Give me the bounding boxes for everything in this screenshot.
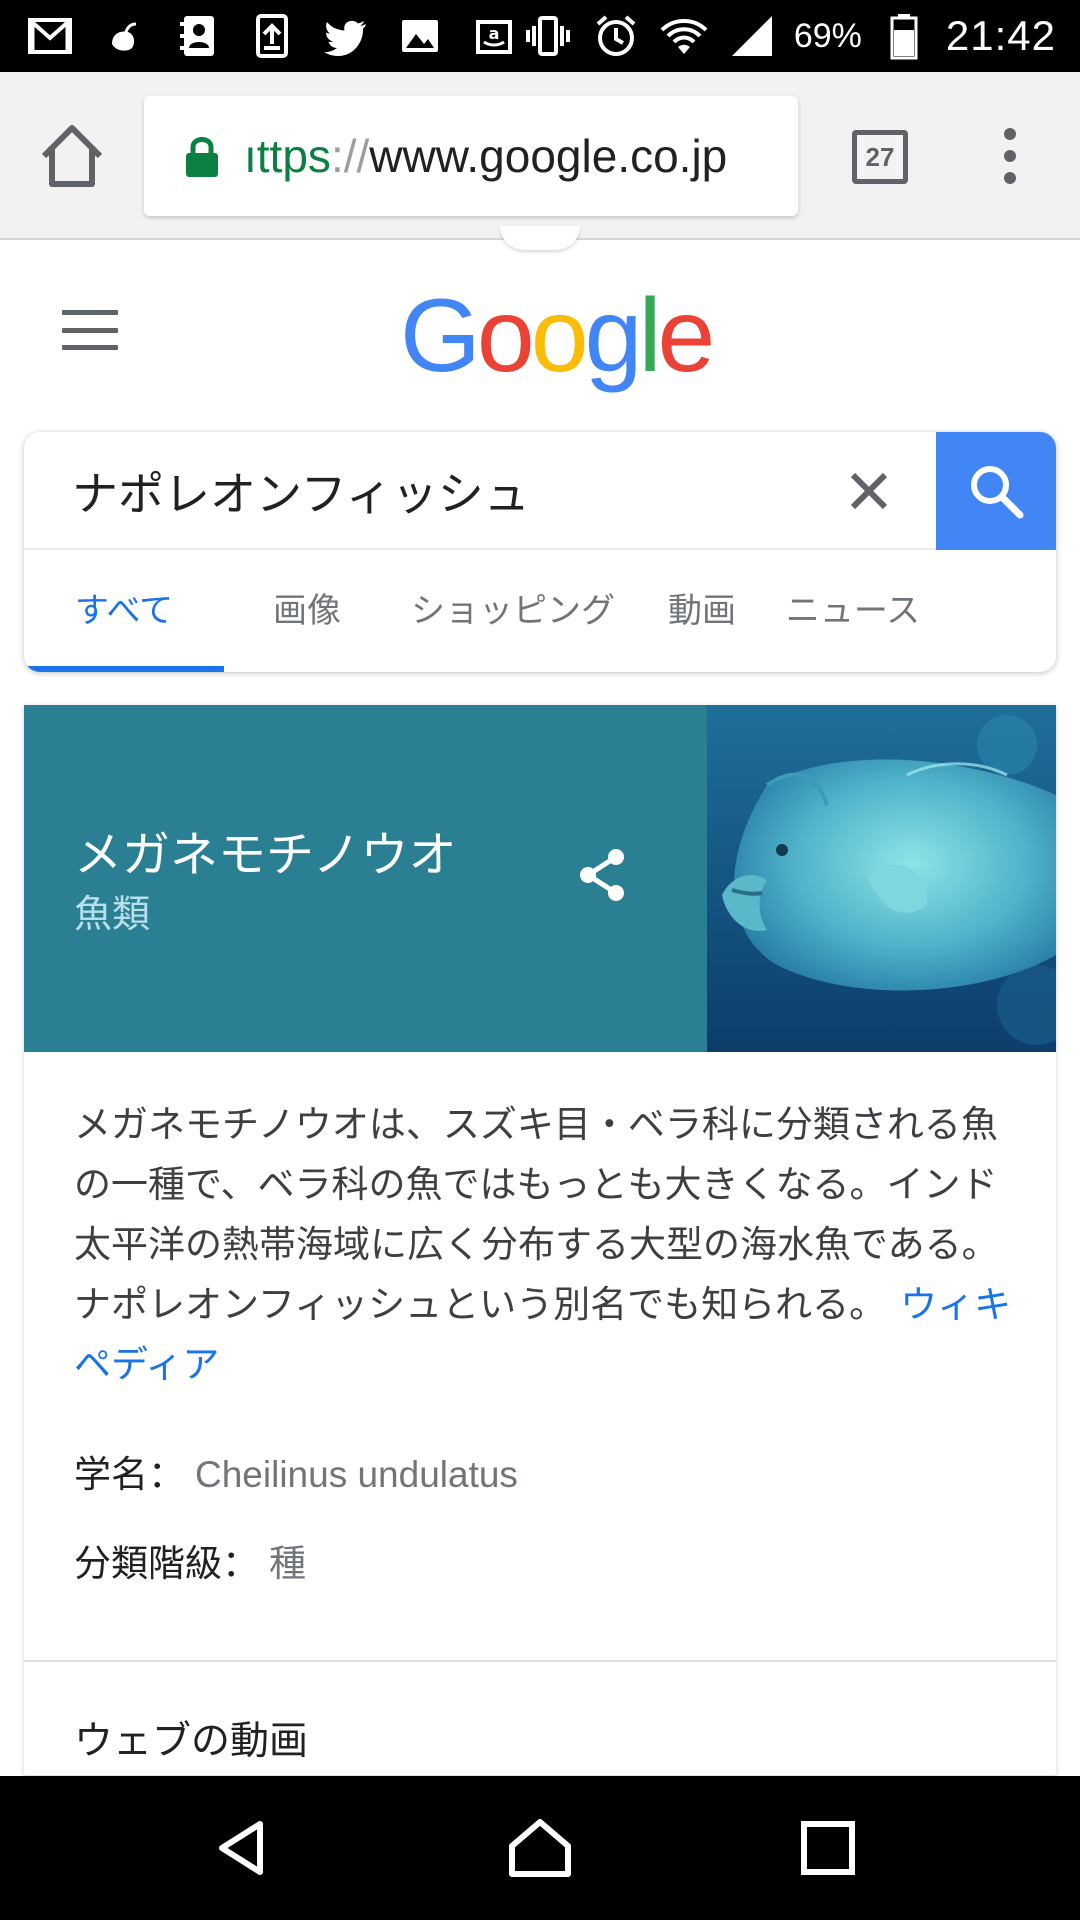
battery-percentage: 69% [793,16,862,55]
entity-title: メガネモチノウオ [74,827,457,883]
hamburger-menu-icon[interactable] [62,310,118,350]
search-tabs: すべて 画像 ショッピング 動画 ニュース [24,550,1056,672]
search-box: すべて画像ショッピング動画ニュース [24,432,1056,672]
home-button[interactable] [468,1776,612,1920]
back-button[interactable] [170,1776,314,1920]
refresh-indicator [500,226,580,250]
lock-icon [186,137,218,177]
napoleon-fish-photo [707,705,1056,1052]
tab-4[interactable]: ニュース [768,550,938,672]
wifi-icon [658,10,710,62]
tab-1[interactable]: 画像 [224,550,390,672]
logo-letter: e [657,278,716,394]
signal-icon [726,10,778,62]
fact-taxonomic-rank: 分類階級：種 [74,1542,306,1585]
address-bar[interactable]: ıttps://www.google.co.jp [144,96,798,216]
recents-icon [801,1821,855,1875]
tab-switcher-button[interactable]: 27 [852,130,908,184]
share-icon [580,849,624,901]
close-icon [850,472,888,510]
gmail-icon [24,10,76,62]
notification-icons: a [24,10,520,62]
recents-button[interactable] [756,1776,900,1920]
twitter-icon [320,10,372,62]
logo-letter: g [584,278,643,394]
status-bar: a 69% 21:42 [0,0,1080,72]
home-icon [41,125,103,187]
entity-description: メガネモチノウオは、スズキ目・ベラ科に分類される魚の一種で、ベラ科の魚ではもっと… [74,1103,1012,1386]
tab-2[interactable]: ショッピング [390,550,636,672]
logo-letter: o [476,278,535,394]
google-header: Google [0,242,1080,412]
share-button[interactable] [572,845,632,905]
back-icon [219,1821,263,1875]
system-icons: 69% 21:42 [522,8,1056,64]
tab-0[interactable]: すべて [24,550,224,672]
menu-dot [1004,172,1016,184]
fish-image[interactable] [707,705,1056,1052]
logo-letter: G [400,278,481,394]
menu-dot [1004,150,1016,162]
knowledge-panel: メガネモチノウオ 魚類 メガネモチノウオは、スズキ目・ベラ科に分類される魚の一種… [24,705,1056,1775]
upload-app-icon [246,10,298,62]
web-videos-heading: ウェブの動画 [74,1719,309,1764]
clear-search-button[interactable] [840,462,898,520]
url-text: ıttps://www.google.co.jp [244,130,728,182]
knowledge-panel-header: メガネモチノウオ 魚類 [24,705,707,1052]
home-icon [509,1819,571,1877]
vibrate-icon [522,10,574,62]
browser-menu-button[interactable] [988,124,1032,188]
search-button[interactable] [936,432,1056,550]
clock: 21:42 [945,12,1056,59]
logo-letter: l [638,278,661,394]
search-icon [971,466,1024,519]
battery-icon [878,10,930,62]
search-row [24,432,1056,550]
alarm-icon [590,10,642,62]
amazon-icon: a [468,10,520,62]
google-logo[interactable]: Google [400,284,715,388]
contacts-app-icon [172,10,224,62]
tab-3[interactable]: 動画 [636,550,768,672]
logo-letter: o [530,278,589,394]
entity-type: 魚類 [74,892,151,936]
divider [24,1660,1056,1662]
fact-scientific-name: 学名： Cheilinus undulatus [74,1453,518,1496]
search-input[interactable] [72,452,832,530]
browser-toolbar: ıttps://www.google.co.jp 27 [0,72,1080,240]
gallery-icon [394,10,446,62]
notification-app-icon [98,10,150,62]
menu-dot [1004,128,1016,140]
browser-home-button[interactable] [32,116,112,196]
navigation-bar [0,1776,1080,1920]
svg-text:a: a [489,24,500,43]
